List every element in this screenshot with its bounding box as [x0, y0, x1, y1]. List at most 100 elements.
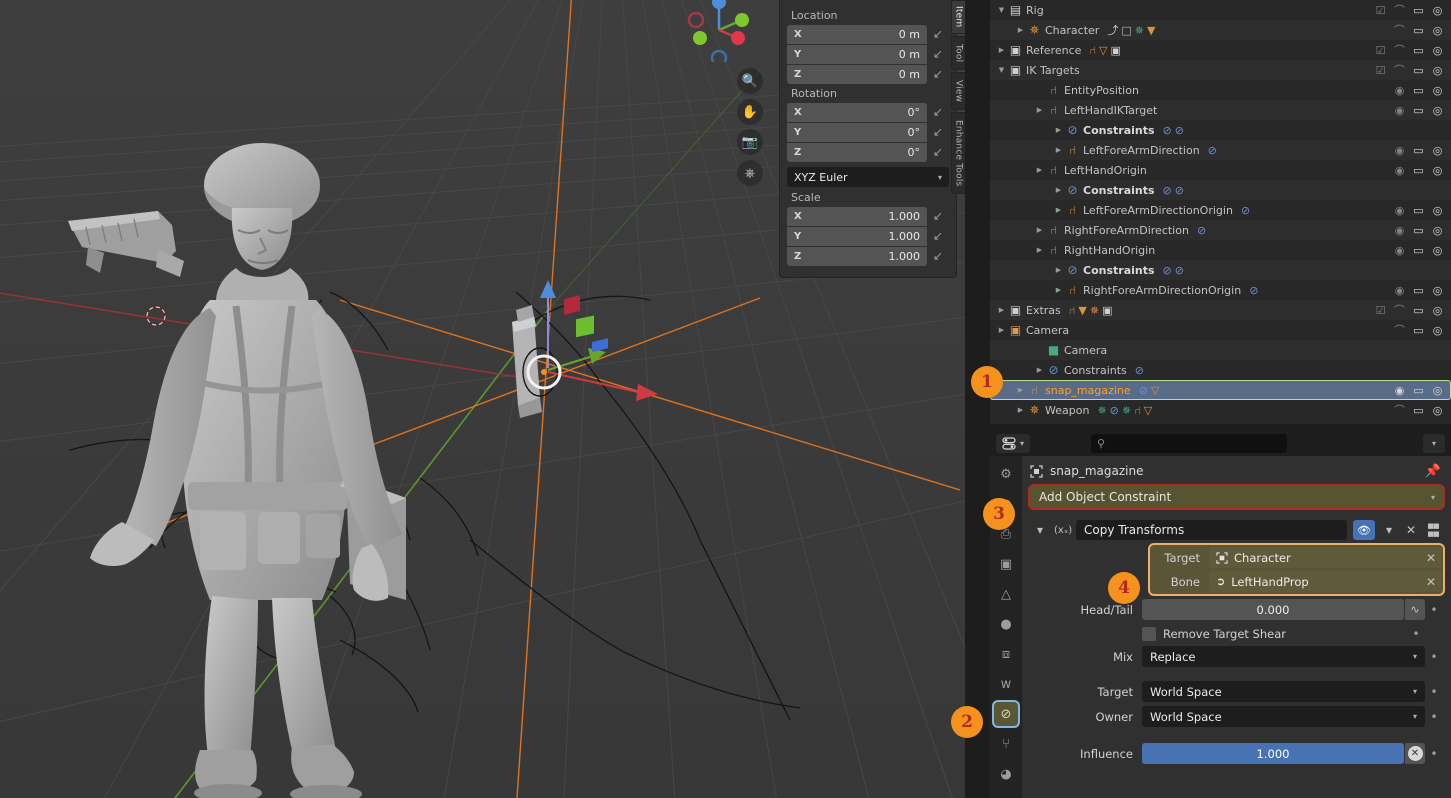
restrict-monitor-icon[interactable]: ▭ — [1411, 204, 1426, 217]
disclosure-triangle-closed-icon[interactable]: ▶ — [1034, 166, 1045, 174]
disclosure-triangle-closed-icon[interactable]: ▶ — [1053, 206, 1064, 214]
disclosure-triangle-closed-icon[interactable]: ▶ — [996, 46, 1007, 54]
target-bone-field[interactable]: ➲ LeftHandProp ✕ — [1209, 571, 1442, 592]
constraint-name-input[interactable]: Copy Transforms — [1076, 520, 1347, 540]
disclosure-triangle-closed-icon[interactable]: ▶ — [1053, 266, 1064, 274]
disclosure-triangle-closed-icon[interactable]: ▶ — [1015, 406, 1026, 414]
rotation-z-field[interactable]: Z 0° — [787, 143, 927, 162]
restrict-eye-icon[interactable]: ◉ — [1392, 104, 1407, 117]
animate-property-icon[interactable]: ↙ — [927, 65, 949, 84]
restrict-eye-closed-icon[interactable]: ⌒ — [1392, 322, 1407, 338]
animate-property-icon[interactable]: ↙ — [927, 103, 949, 122]
restrict-camera-icon[interactable]: ◎ — [1430, 324, 1445, 337]
disclosure-triangle-open-icon[interactable]: ▼ — [996, 66, 1007, 74]
restrict-camera-icon[interactable]: ◎ — [1430, 84, 1445, 97]
scale-y-field[interactable]: Y 1.000 — [787, 227, 927, 246]
outliner-row[interactable]: ▶✵Character⤴□✵▼⌒▭◎ — [990, 20, 1451, 40]
outliner-row[interactable]: ▶▣Camera⌒▭◎ — [990, 320, 1451, 340]
empty-icon[interactable]: ⑁ — [1134, 404, 1141, 417]
constraint-blue-icon[interactable]: ⊘ — [1163, 184, 1172, 197]
constraint-blue-icon[interactable]: ⊘ — [1175, 264, 1184, 277]
outliner-row[interactable]: ▶✵Weapon✵⊘✵⑁▽⌒▭◎ — [990, 400, 1451, 420]
disclosure-triangle-closed-icon[interactable]: ▶ — [1053, 186, 1064, 194]
constraint-blue-icon[interactable]: ⊘ — [1163, 124, 1172, 137]
mix-dropdown[interactable]: Replace ▾ — [1142, 646, 1425, 667]
restrict-eye-icon[interactable]: ◉ — [1392, 284, 1407, 297]
restrict-monitor-icon[interactable]: ▭ — [1411, 84, 1426, 97]
animate-property-icon[interactable]: ↙ — [927, 247, 949, 266]
armature-green-icon[interactable]: ✵ — [1122, 404, 1131, 417]
restrict-eye-icon[interactable]: ◉ — [1392, 84, 1407, 97]
outliner-row[interactable]: ▶⑁LeftHandOrigin◉▭◎ — [990, 160, 1451, 180]
outliner-row[interactable]: ▶⊘Constraints⊘⊘ — [990, 260, 1451, 280]
sidebar-tab-tool[interactable]: Tool — [951, 36, 965, 70]
disclosure-triangle-closed-icon[interactable]: ▶ — [996, 326, 1007, 334]
outliner-row[interactable]: ▶▣Reference⑁▽▣☑⌒▭◎ — [990, 40, 1451, 60]
cone-icon[interactable]: ▽ — [1144, 404, 1152, 417]
restrict-camera-icon[interactable]: ◎ — [1430, 104, 1445, 117]
armature-data-icon[interactable]: □ — [1121, 24, 1131, 37]
decorate-property-icon[interactable]: • — [1425, 650, 1443, 664]
armature-green-icon[interactable]: ✵ — [1097, 404, 1106, 417]
restrict-monitor-icon[interactable]: ▭ — [1411, 404, 1426, 417]
empty-icon[interactable]: ⑁ — [1089, 44, 1096, 57]
restrict-checkbox-icon[interactable]: ☑ — [1373, 304, 1388, 317]
disclosure-triangle-closed-icon[interactable]: ▶ — [1015, 386, 1026, 394]
sidebar-tab-view[interactable]: View — [951, 72, 965, 110]
owner-space-dropdown[interactable]: World Space ▾ — [1142, 706, 1425, 727]
mesh-orange-icon[interactable]: ▼ — [1147, 24, 1155, 37]
constraint-blue-icon[interactable]: ⊘ — [1135, 364, 1144, 377]
pose-icon[interactable]: ⤴ — [1107, 22, 1118, 38]
restrict-camera-icon[interactable]: ◎ — [1430, 24, 1445, 37]
properties-search-input[interactable]: ⚲ — [1091, 434, 1287, 453]
rotation-x-field[interactable]: X 0° — [787, 103, 927, 122]
restrict-camera-icon[interactable]: ◎ — [1430, 384, 1445, 397]
disclosure-triangle-closed-icon[interactable]: ▶ — [1034, 226, 1045, 234]
target-object-field[interactable]: Character ✕ — [1209, 547, 1442, 568]
data-tab[interactable]: ⑂ — [994, 732, 1018, 756]
modifier-tab[interactable]: ᴡ — [994, 672, 1018, 696]
disclosure-triangle-closed-icon[interactable]: ▶ — [1034, 246, 1045, 254]
restrict-eye-closed-icon[interactable]: ⌒ — [1392, 302, 1407, 318]
decorate-override-icon[interactable]: ✕ — [1405, 743, 1425, 764]
outliner-row-snap-magazine[interactable]: ▶⑁snap_magazine⊘▽◉▭◎ — [990, 380, 1451, 400]
restrict-eye-closed-icon[interactable]: ⌒ — [1392, 402, 1407, 418]
disclosure-triangle-closed-icon[interactable]: ▶ — [1053, 286, 1064, 294]
constraint-blue-icon[interactable]: ⊘ — [1249, 284, 1258, 297]
empty-icon[interactable]: ⑁ — [1069, 304, 1076, 317]
disclosure-triangle-closed-icon[interactable]: ▶ — [1015, 26, 1026, 34]
constraint-blue-icon[interactable]: ⊘ — [1139, 384, 1148, 397]
restrict-monitor-icon[interactable]: ▭ — [1411, 24, 1426, 37]
outliner-row[interactable]: ▼▤Rig☑⌒▭◎ — [990, 0, 1451, 20]
restrict-camera-icon[interactable]: ◎ — [1430, 44, 1445, 57]
cone-icon[interactable]: ▽ — [1151, 384, 1159, 397]
scale-x-field[interactable]: X 1.000 — [787, 207, 927, 226]
image-icon[interactable]: ▣ — [1110, 44, 1120, 57]
influence-slider[interactable]: 1.000 — [1142, 743, 1404, 764]
restrict-eye-closed-icon[interactable]: ⌒ — [1392, 62, 1407, 78]
restrict-monitor-icon[interactable]: ▭ — [1411, 104, 1426, 117]
restrict-eye-closed-icon[interactable]: ⌒ — [1392, 22, 1407, 38]
restrict-eye-icon[interactable]: ◉ — [1392, 164, 1407, 177]
outliner-row[interactable]: ▶⊘Constraints⊘⊘ — [990, 120, 1451, 140]
location-x-field[interactable]: X 0 m — [787, 25, 927, 44]
view-layer-tab[interactable]: ▣ — [994, 552, 1018, 576]
tool-tab[interactable]: ⚙ — [994, 462, 1018, 486]
camera-view-icon[interactable]: 📷 — [737, 129, 763, 155]
restrict-monitor-icon[interactable]: ▭ — [1411, 4, 1426, 17]
editor-type-dropdown[interactable]: ▾ — [996, 434, 1030, 453]
outliner-row[interactable]: ▶⑁RightForeArmDirection⊘◉▭◎ — [990, 220, 1451, 240]
location-z-field[interactable]: Z 0 m — [787, 65, 927, 84]
close-icon[interactable]: ✕ — [1426, 575, 1436, 589]
restrict-eye-icon[interactable]: ◉ — [1392, 204, 1407, 217]
constraint-extras-dropdown[interactable]: ▾ — [1381, 523, 1397, 537]
restrict-eye-closed-icon[interactable]: ⌒ — [1392, 2, 1407, 18]
outliner-row[interactable]: ▶⊘Constraints⊘ — [990, 360, 1451, 380]
outliner-row[interactable]: ▶⑁LeftForeArmDirection⊘◉▭◎ — [990, 140, 1451, 160]
location-y-field[interactable]: Y 0 m — [787, 45, 927, 64]
navigation-gizmo[interactable] — [680, 0, 758, 62]
animate-property-icon[interactable]: ↙ — [927, 207, 949, 226]
constraint-blue-icon[interactable]: ⊘ — [1110, 404, 1119, 417]
restrict-monitor-icon[interactable]: ▭ — [1411, 324, 1426, 337]
outliner-editor[interactable]: ▼▤Rig☑⌒▭◎▶✵Character⤴□✵▼⌒▭◎▶▣Reference⑁▽… — [990, 0, 1451, 424]
